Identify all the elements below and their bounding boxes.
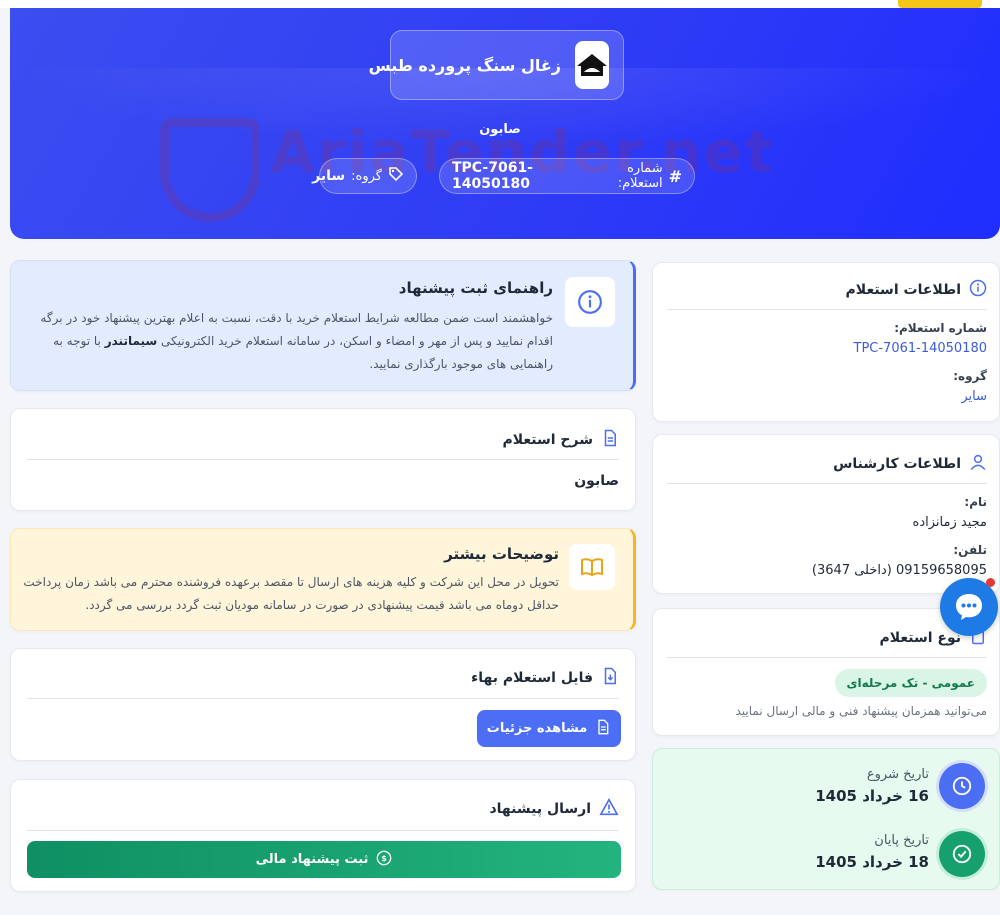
guide-brand: سیماتندر <box>104 334 158 348</box>
company-logo <box>575 41 609 89</box>
end-date-value: 18 خرداد 1405 <box>815 853 929 871</box>
inquiry-info-card: اطلاعات استعلام شماره استعلام: TPC-7061-… <box>652 262 1000 422</box>
inquiry-number: TPC-7061-14050180 <box>452 160 533 192</box>
group-value: سایر <box>312 168 346 184</box>
file-download-icon <box>601 667 619 689</box>
group-label: گروه: <box>953 369 987 383</box>
send-icon <box>599 797 619 820</box>
chat-bubble-icon <box>956 594 982 620</box>
book-icon <box>569 544 615 590</box>
description-card: شرح استعلام صابون <box>10 408 636 511</box>
inquiry-number-label: شماره استعلام: <box>617 161 663 191</box>
expert-phone-value[interactable]: 09159658095 (داخلی 3647) <box>812 563 987 578</box>
inquiry-type-note: می‌توانید همزمان پیشنهاد فنی و مالی ارسا… <box>735 704 987 718</box>
guide-text: خواهشمند است ضمن مطالعه شرایط استعلام خر… <box>23 307 553 376</box>
expert-info-header: اطلاعات کارشناس <box>833 453 987 475</box>
description-title: شرح استعلام <box>502 432 593 448</box>
description-value: صابون <box>574 473 619 489</box>
inquiry-number-pill: # شماره استعلام: TPC-7061-14050180 <box>439 158 695 194</box>
inquiry-number-label: شماره استعلام: <box>894 321 987 335</box>
expert-name-value: مجید زمانزاده <box>912 515 987 530</box>
hash-icon: # <box>668 166 682 186</box>
expert-info-card: اطلاعات کارشناس نام: مجید زمانزاده تلفن:… <box>652 434 1000 594</box>
user-icon <box>969 453 987 475</box>
file-title: فایل استعلام بهاء <box>471 670 593 686</box>
document-icon <box>601 429 619 451</box>
group-pill: گروه: سایر <box>312 158 417 194</box>
company-box: زغال سنگ پرورده طبس <box>369 30 624 100</box>
expert-name-label: نام: <box>964 495 987 509</box>
dollar-icon: $ <box>376 850 392 870</box>
inquiry-number-value[interactable]: TPC-7061-14050180 <box>854 341 988 356</box>
expert-phone-label: تلفن: <box>953 543 987 557</box>
guide-card: راهنمای ثبت پیشنهاد خواهشمند است ضمن مطا… <box>10 260 636 391</box>
info-icon <box>565 277 615 327</box>
description-header: شرح استعلام <box>502 429 619 451</box>
tag-icon <box>388 166 404 186</box>
clock-icon <box>939 763 985 809</box>
dates-card: تاریخ شروع 16 خرداد 1405 تاریخ پایان 18 … <box>652 748 1000 890</box>
top-accent <box>898 0 982 8</box>
inquiry-info-header: اطلاعات استعلام <box>846 279 987 301</box>
top-bar <box>0 0 1000 8</box>
file-header: فایل استعلام بهاء <box>471 667 619 689</box>
more-info-card: توضیحات بیشتر تحویل در محل این شرکت و کل… <box>10 528 636 631</box>
guide-title: راهنمای ثبت پیشنهاد <box>398 279 553 297</box>
more-info-text: تحویل در محل این شرکت و کلیه هزینه های ا… <box>23 575 559 612</box>
info-icon <box>969 279 987 301</box>
submit-header: ارسال پیشنهاد <box>489 797 619 820</box>
check-circle-icon <box>939 831 985 877</box>
expert-info-title: اطلاعات کارشناس <box>833 456 961 472</box>
view-details-label: مشاهده جزئیات <box>486 721 588 736</box>
inquiry-type-title: نوع استعلام <box>879 630 961 646</box>
company-name: زغال سنگ پرورده طبس <box>368 55 561 75</box>
start-date-label: تاریخ شروع <box>866 767 929 782</box>
more-info-title: توضیحات بیشتر <box>444 545 559 563</box>
notification-dot <box>986 578 995 587</box>
group-label: گروه: <box>351 168 382 184</box>
view-details-button[interactable]: مشاهده جزئیات <box>477 710 621 747</box>
hero-subtitle: صابون <box>479 122 521 137</box>
submit-financial-offer-label: ثبت پیشنهاد مالی <box>255 852 369 867</box>
end-date-label: تاریخ پایان <box>874 833 929 848</box>
submit-financial-offer-button[interactable]: $ ثبت پیشنهاد مالی <box>27 841 621 878</box>
inquiry-info-title: اطلاعات استعلام <box>845 282 961 298</box>
inquiry-type-badge: عمومی - تک مرحله‌ای <box>834 669 987 697</box>
file-card: فایل استعلام بهاء مشاهده جزئیات <box>10 648 636 761</box>
svg-text:$: $ <box>382 854 388 863</box>
group-value[interactable]: سایر <box>961 389 987 404</box>
start-date-value: 16 خرداد 1405 <box>815 787 929 805</box>
submit-card: ارسال پیشنهاد $ ثبت پیشنهاد مالی <box>10 779 636 892</box>
submit-title: ارسال پیشنهاد <box>489 801 591 817</box>
document-icon <box>595 719 611 739</box>
